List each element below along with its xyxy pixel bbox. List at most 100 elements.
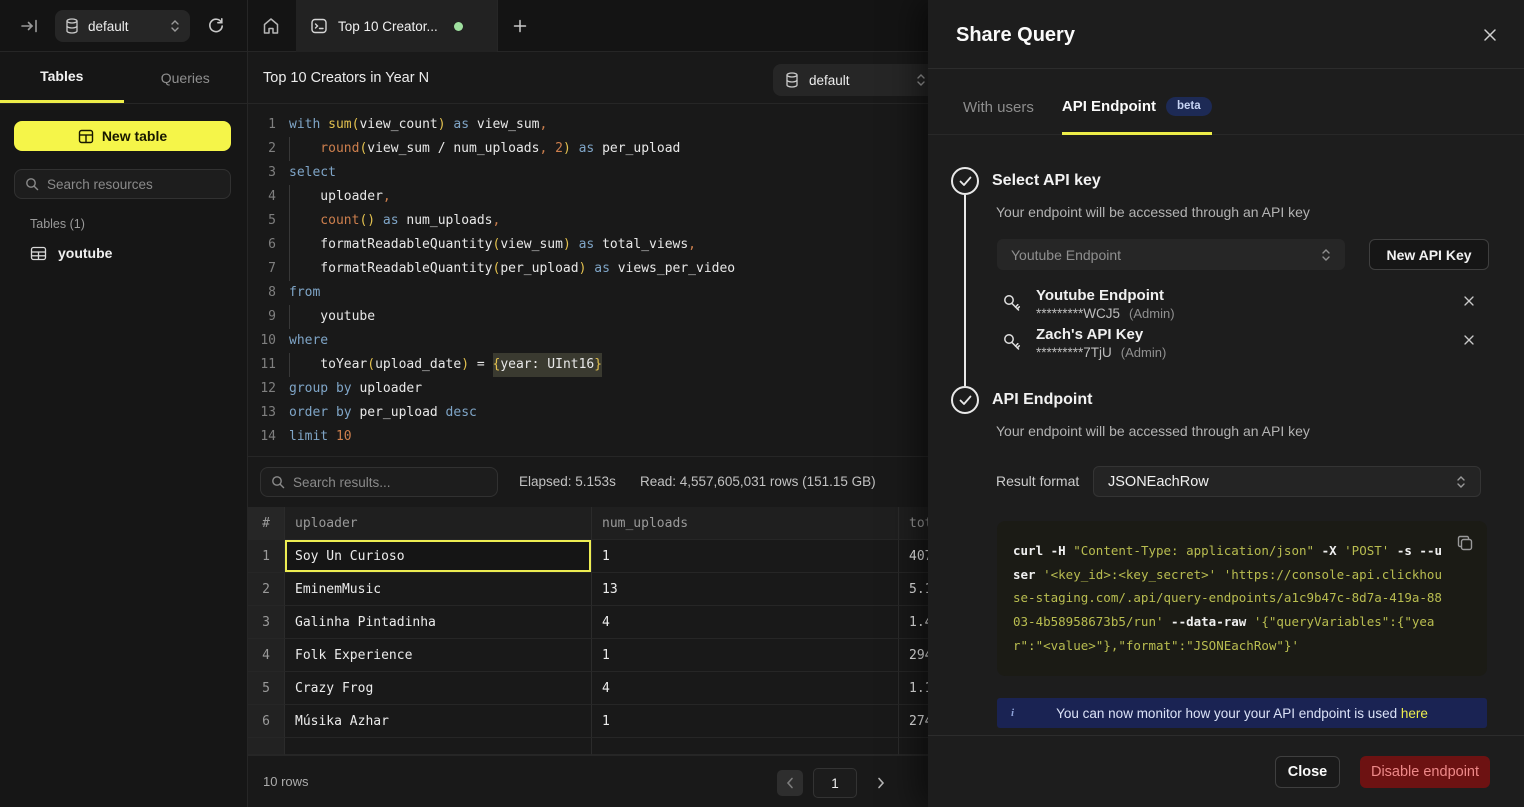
chevron-up-down-icon: [170, 18, 180, 34]
banner-here-link[interactable]: here: [1401, 706, 1428, 721]
code-line[interactable]: 5 count() as num_uploads,: [248, 209, 928, 233]
uploader-cell[interactable]: Galinha Pintadinha: [285, 606, 592, 639]
uploader-cell[interactable]: EminemMusic: [285, 573, 592, 606]
code-line[interactable]: 9 youtube: [248, 305, 928, 329]
refresh-icon[interactable]: [206, 16, 226, 36]
curl-command-block[interactable]: curl -H "Content-Type: application/json"…: [997, 521, 1487, 676]
line-number: 12: [256, 377, 276, 401]
topbar-database-value: default: [88, 19, 161, 34]
api-key-select[interactable]: Youtube Endpoint: [997, 239, 1345, 270]
share-query-panel: Share Query With users API Endpoint beta…: [928, 0, 1524, 807]
code-line[interactable]: 8from: [248, 281, 928, 305]
results-toolbar: Search results... Elapsed: 5.153s Read: …: [248, 457, 928, 507]
line-number: 13: [256, 401, 276, 425]
previous-page-button[interactable]: [777, 770, 803, 796]
api-key-name: Youtube Endpoint: [1036, 287, 1164, 304]
page-number-input[interactable]: 1: [813, 768, 857, 798]
tab-tables[interactable]: Tables: [0, 52, 124, 103]
database-icon: [785, 72, 799, 88]
api-key-role: (Admin): [1129, 306, 1175, 321]
row-index-cell[interactable]: 4: [248, 639, 285, 672]
line-number: 6: [256, 233, 276, 257]
topbar-divider: [247, 0, 248, 52]
api-key-masked: *********WCJ5(Admin): [1036, 306, 1175, 321]
copy-icon[interactable]: [1456, 534, 1474, 552]
row-index-cell[interactable]: 1: [248, 540, 285, 573]
row-index-cell[interactable]: 6: [248, 705, 285, 738]
close-button[interactable]: Close: [1275, 756, 1340, 788]
code-line[interactable]: 14limit 10: [248, 425, 928, 449]
uploader-cell[interactable]: Folk Experience: [285, 639, 592, 672]
sidebar-tabs: Tables Queries: [0, 52, 247, 104]
result-format-select[interactable]: JSONEachRow: [1093, 466, 1481, 497]
row-index-cell[interactable]: 5: [248, 672, 285, 705]
sidebar-item-youtube[interactable]: youtube: [22, 238, 232, 268]
api-key-masked: *********7TjU(Admin): [1036, 345, 1166, 360]
row-count: 10 rows: [263, 774, 309, 789]
uploader-cell[interactable]: Soy Un Curioso: [285, 540, 592, 573]
uploader-cell[interactable]: Crazy Frog: [285, 672, 592, 705]
api-key-item: Zach's API Key *********7TjU(Admin): [997, 324, 1489, 363]
code-line[interactable]: 1with sum(view_count) as view_sum,: [248, 113, 928, 137]
search-resources-input[interactable]: Search resources: [14, 169, 231, 199]
disable-endpoint-button[interactable]: Disable endpoint: [1360, 756, 1490, 788]
col-header-uploader[interactable]: uploader: [285, 507, 592, 540]
new-table-button[interactable]: New table: [14, 121, 231, 151]
sql-editor[interactable]: 1with sum(view_count) as view_sum,2 roun…: [248, 104, 928, 457]
line-number: 5: [256, 209, 276, 233]
new-tab-icon[interactable]: [508, 16, 532, 36]
next-page-button[interactable]: [868, 770, 894, 796]
line-number: 3: [256, 161, 276, 185]
api-endpoint-description: Your endpoint will be accessed through a…: [996, 423, 1310, 439]
code-line[interactable]: 2 round(view_sum / num_uploads, 2) as pe…: [248, 137, 928, 161]
num-uploads-cell[interactable]: 4: [592, 606, 899, 639]
col-header-num-uploads[interactable]: num_uploads: [592, 507, 899, 540]
new-api-key-button[interactable]: New API Key: [1369, 239, 1489, 270]
monitor-info-banner: i You can now monitor how your your API …: [997, 698, 1487, 728]
table-grid-icon: [78, 129, 94, 144]
col-header-index[interactable]: #: [248, 507, 285, 540]
code-line[interactable]: 3select: [248, 161, 928, 185]
query-tab[interactable]: Top 10 Creator...: [296, 0, 497, 52]
code-line[interactable]: 11 toYear(upload_date) = {year: UInt16}: [248, 353, 928, 377]
info-icon: i: [1011, 707, 1014, 719]
tab-api-endpoint-label: API Endpoint: [1062, 98, 1156, 115]
query-tab-title: Top 10 Creator...: [338, 19, 438, 34]
num-uploads-cell[interactable]: 1: [592, 639, 899, 672]
editor-database-selector[interactable]: default: [773, 64, 938, 96]
code-line[interactable]: 4 uploader,: [248, 185, 928, 209]
row-index-cell[interactable]: 3: [248, 606, 285, 639]
terminal-icon: [310, 17, 328, 35]
num-uploads-cell[interactable]: 13: [592, 573, 899, 606]
num-uploads-cell[interactable]: 4: [592, 672, 899, 705]
tab-api-endpoint[interactable]: API Endpoint beta: [1062, 97, 1212, 136]
remove-key-icon[interactable]: [1463, 295, 1477, 309]
home-icon[interactable]: [261, 16, 281, 36]
code-line[interactable]: 13order by per_upload desc: [248, 401, 928, 425]
tab-with-users[interactable]: With users: [963, 99, 1034, 135]
code-line[interactable]: 12group by uploader: [248, 377, 928, 401]
share-panel-title: Share Query: [956, 24, 1075, 47]
line-number: 1: [256, 113, 276, 137]
tab-queries[interactable]: Queries: [124, 52, 248, 103]
result-format-value: JSONEachRow: [1108, 474, 1456, 490]
table-icon: [30, 246, 47, 261]
search-results-input[interactable]: Search results...: [260, 467, 498, 497]
api-key-item: Youtube Endpoint *********WCJ5(Admin): [997, 285, 1489, 324]
num-uploads-cell[interactable]: 1: [592, 540, 899, 573]
api-key-name: Zach's API Key: [1036, 326, 1143, 343]
code-line[interactable]: 7 formatReadableQuantity(per_upload) as …: [248, 257, 928, 281]
close-icon[interactable]: [1482, 27, 1500, 45]
code-line[interactable]: 6 formatReadableQuantity(view_sum) as to…: [248, 233, 928, 257]
uploader-cell[interactable]: Músika Azhar: [285, 705, 592, 738]
num-uploads-cell[interactable]: 1: [592, 705, 899, 738]
topbar-database-selector[interactable]: default: [55, 10, 190, 42]
collapse-sidebar-icon[interactable]: [20, 17, 40, 35]
elapsed-stat: Elapsed: 5.153s: [519, 474, 616, 489]
select-api-key-description: Your endpoint will be accessed through a…: [996, 204, 1310, 220]
row-index-cell[interactable]: 2: [248, 573, 285, 606]
line-number: 8: [256, 281, 276, 305]
remove-key-icon[interactable]: [1463, 334, 1477, 348]
code-line[interactable]: 10where: [248, 329, 928, 353]
table-name: youtube: [58, 245, 112, 261]
